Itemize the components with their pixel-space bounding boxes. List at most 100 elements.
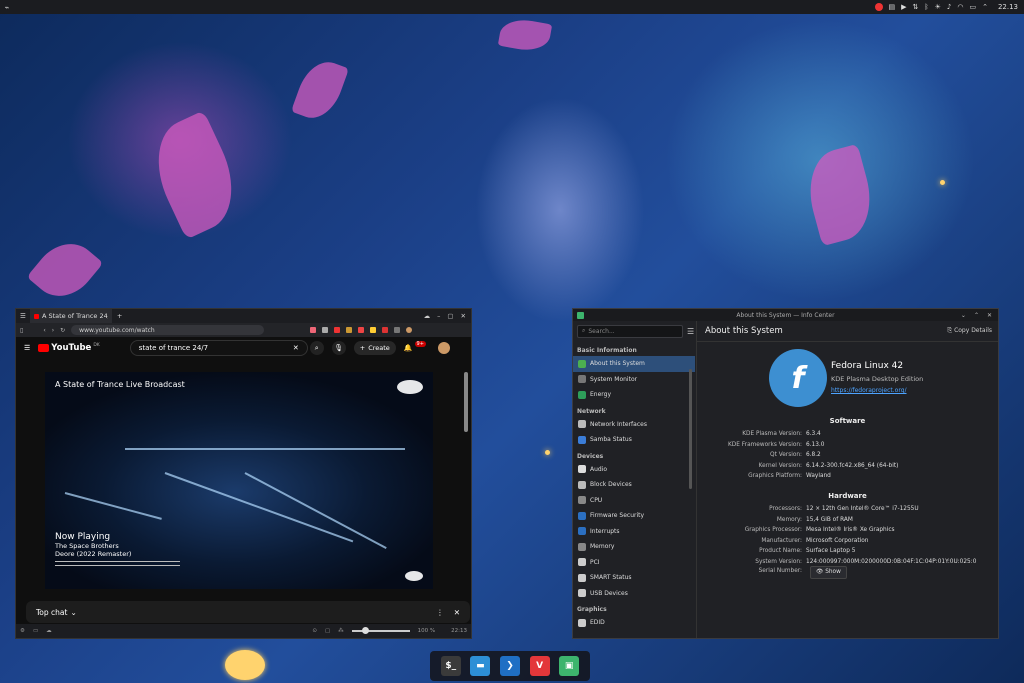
page-scrollbar[interactable] [464,372,468,432]
sidebar-item-firmware-security[interactable]: Firmware Security [573,508,695,524]
sidebar-search-input[interactable]: ⌕ Search... [577,324,683,338]
distro-url-link[interactable]: https://fedoraproject.org/ [831,387,923,394]
window-icon[interactable]: ▭ [33,628,38,634]
hamburger-menu-icon[interactable]: ☰ [687,327,694,336]
sidebar-item-network-interfaces[interactable]: Network Interfaces [573,417,695,433]
yt-menu-icon[interactable]: ☰ [24,344,30,352]
settings-icon[interactable]: ⚙ [20,628,25,634]
files-app-icon[interactable]: ▬ [470,656,491,676]
sidebar-item-interrupts[interactable]: Interrupts [573,524,695,540]
minimize-icon[interactable]: – [437,312,440,320]
youtube-search-input[interactable]: state of trance 24/7 ✕ [129,340,308,356]
network-icon[interactable]: ⇅ [913,3,919,11]
voice-search-icon[interactable]: 🎙 [331,341,346,355]
chevron-down-icon[interactable]: ⌄ [70,608,76,617]
network-interfaces-icon [578,420,586,429]
brightness-icon[interactable]: ☀ [935,3,941,11]
close-chat-icon[interactable]: ✕ [454,608,460,617]
zoom-slider-knob[interactable] [361,627,369,634]
terminal-app-icon[interactable]: $_ [440,656,461,676]
maximize-icon[interactable]: ▢ [447,312,453,320]
clock[interactable]: 22.13 [998,3,1018,11]
sidebar-item-label: Firmware Security [590,512,645,520]
info-value: Mesa Intel® Iris® Xe Graphics [806,527,895,533]
top-chat-bar[interactable]: Top chat ⌄ ⋮ ✕ [26,601,470,623]
sidebar-item-system-monitor[interactable]: System Monitor [573,372,695,388]
forward-icon[interactable]: › [52,327,54,334]
sidebar-item-energy[interactable]: Energy [573,387,695,403]
media-icon[interactable]: ▶ [901,3,906,11]
sidebar-item-pci[interactable]: PCI [573,555,695,571]
tray-expand-icon[interactable]: ⌃ [982,3,988,11]
page-actions-icon[interactable]: ⁂ [338,628,344,634]
more-options-icon[interactable]: ⋮ [436,608,444,617]
url-input[interactable]: www.youtube.com/watch [71,325,265,335]
clear-search-icon[interactable]: ✕ [293,344,299,352]
profile-avatar[interactable] [406,327,413,333]
volume-icon[interactable]: ♪ [947,3,951,11]
window-title: About this System — Info Center [736,311,835,319]
sidebar-item-audio[interactable]: Audio [573,462,695,478]
info-center-app-icon[interactable]: ▣ [559,656,580,676]
serial-row: Serial Number: 👁 Show [697,566,998,579]
sidebar-item-memory[interactable]: Memory [573,539,695,555]
copy-details-button[interactable]: ⎘ Copy Details [947,327,998,335]
sidebar-item-samba-status[interactable]: Samba Status [573,432,695,448]
sidebar-item-label: Network Interfaces [590,420,647,428]
extension-icon[interactable] [322,327,329,333]
info-row: Graphics Processor: Mesa Intel® Iris® Xe … [697,525,998,536]
cloud-icon[interactable]: ☁ [424,312,431,320]
zoom-slider[interactable] [351,627,410,634]
browser-tab-bar: ☰ A State of Trance 24/7 - You + ☁ – ▢ ✕ [16,309,471,323]
extension-icon[interactable] [382,327,389,333]
menu-icon[interactable]: ☰ [16,312,30,320]
wallpaper-sparkle [545,450,550,455]
back-icon[interactable]: ‹ [43,327,45,334]
show-serial-button[interactable]: 👁 Show [810,566,847,579]
sidebar-item-about-this-system[interactable]: About this System [573,356,695,372]
clipboard-icon[interactable]: ▤ [889,3,896,11]
sidebar-scrollbar[interactable] [689,369,692,489]
camera-icon[interactable]: ⊙ [312,628,317,634]
yt-avatar[interactable] [437,342,450,354]
reload-icon[interactable]: ↻ [60,327,65,334]
info-value: 6.3.4 [806,431,821,437]
notifications-bell-icon[interactable]: 🔔 [404,344,413,352]
close-icon[interactable]: ✕ [461,312,466,320]
vivaldi-app-icon[interactable]: V [529,656,550,676]
tile-icon[interactable]: ▢ [325,628,330,634]
create-button[interactable]: + Create [353,341,396,355]
info-value: Surface Laptop 5 [806,548,856,554]
extension-icon[interactable] [334,327,341,333]
wallpaper-petal [26,230,104,310]
info-value: 12 × 12th Gen Intel® Core™ i7-1255U [806,506,919,512]
sidebar-item-block-devices[interactable]: Block Devices [573,477,695,493]
top-chat-label: Top chat [36,607,68,617]
video-player[interactable]: A State of Trance Live Broadcast Now Pla… [45,372,433,589]
sidebar-item-cpu[interactable]: CPU [573,493,695,509]
sync-icon[interactable]: ☁ [46,628,52,634]
bluetooth-icon[interactable]: ᛒ [924,3,928,11]
extension-icon[interactable] [346,327,353,333]
sidebar-item-smart-status[interactable]: SMART Status [573,570,695,586]
extension-icon[interactable] [394,327,401,333]
youtube-logo[interactable]: YouTube DK [38,343,100,353]
new-tab-icon[interactable]: + [112,312,127,320]
sidebar-item-edid[interactable]: EDID [573,615,695,631]
browser-tab[interactable]: A State of Trance 24/7 - You [29,309,112,323]
battery-icon[interactable]: ▭ [969,3,976,11]
extension-icon[interactable] [310,327,317,333]
extension-icon[interactable] [358,327,365,333]
sidebar-item-usb-devices[interactable]: USB Devices [573,586,695,602]
extension-icon[interactable] [370,327,377,333]
distro-name: Fedora Linux 42 [831,361,904,371]
sidebar-toggle-icon[interactable]: ▯ [20,327,23,334]
wifi-icon[interactable]: ◠ [957,3,963,11]
wallpaper-sparkle [940,180,945,185]
notification-icon[interactable] [874,3,883,11]
search-icon[interactable]: ⌕ [309,341,324,355]
vscode-app-icon[interactable]: ❯ [499,656,520,676]
app-launcher-icon[interactable]: ⌁ [0,0,14,14]
zoom-level[interactable]: 100 % [418,628,435,634]
info-row: Product Name: Surface Laptop 5 [697,546,998,557]
